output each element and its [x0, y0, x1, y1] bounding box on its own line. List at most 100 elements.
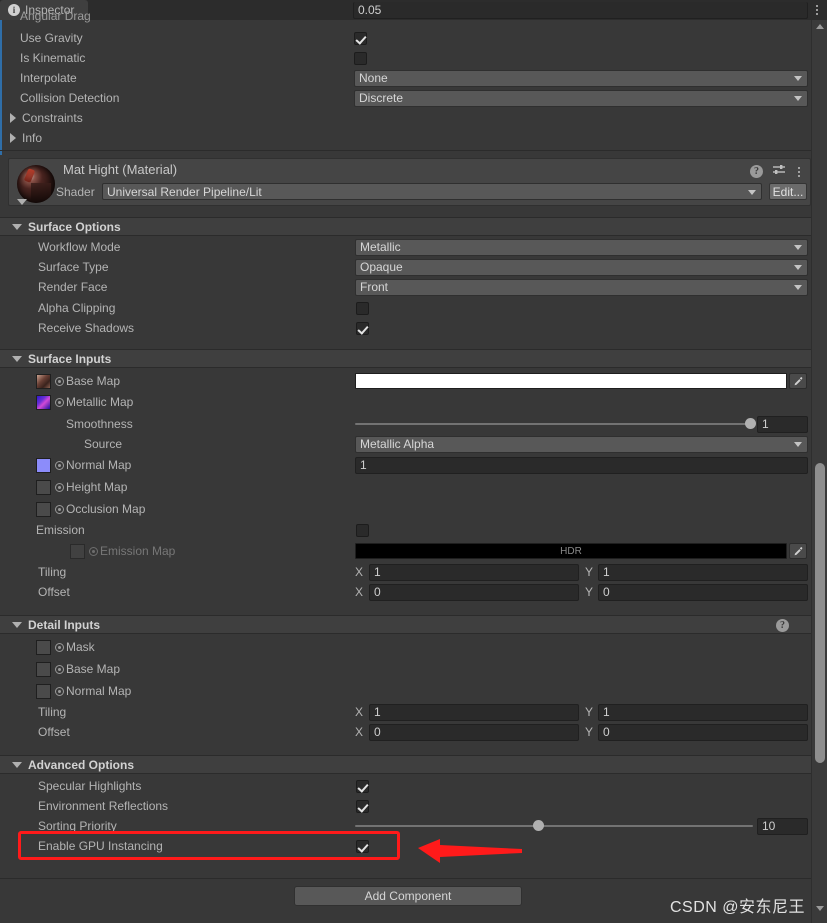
normal-map-strength-field[interactable]: 1 [355, 456, 808, 474]
advanced-options-header: Advanced Options [28, 757, 135, 772]
chevron-right-icon[interactable] [10, 113, 16, 123]
material-foldout-icon[interactable] [17, 199, 27, 205]
emission-map-color-field[interactable]: HDR [355, 543, 787, 559]
chevron-down-icon[interactable] [12, 621, 22, 628]
smoothness-source-dropdown[interactable]: Metallic Alpha [355, 435, 808, 453]
normal-map-thumbnail[interactable] [36, 457, 51, 473]
detail-normal-map-picker-icon[interactable] [55, 686, 64, 696]
row-specular-highlights: Specular Highlights [0, 776, 811, 796]
detail-base-map-thumbnail[interactable] [36, 661, 51, 677]
add-component-button[interactable]: Add Component [294, 886, 522, 906]
preset-sliders-icon[interactable] [772, 164, 786, 179]
foldout-info[interactable]: Info [0, 128, 811, 148]
tiling-x-field[interactable]: 1 [369, 563, 579, 581]
surface-type-dropdown[interactable]: Opaque [355, 258, 808, 276]
specular-highlights-checkbox[interactable] [356, 779, 369, 793]
emission-checkbox[interactable] [356, 523, 369, 537]
watermark-text: CSDN @安东尼王 [669, 899, 805, 916]
sorting-priority-slider-knob[interactable] [533, 820, 545, 831]
workflow-mode-dropdown[interactable]: Metallic [355, 238, 808, 256]
chevron-down-icon[interactable] [12, 761, 22, 768]
chevron-down-icon [794, 76, 802, 81]
help-icon[interactable]: ? [750, 165, 763, 178]
occlusion-map-thumbnail[interactable] [36, 501, 51, 517]
detail-mask-picker-icon[interactable] [55, 642, 64, 652]
kebab-menu-icon[interactable] [795, 165, 803, 179]
row-normal-map: Normal Map 1 [0, 455, 811, 475]
angular-drag-field[interactable]: 0.05 [353, 2, 808, 19]
shader-dropdown[interactable]: Universal Render Pipeline/Lit [102, 183, 762, 200]
environment-reflections-checkbox[interactable] [356, 799, 369, 813]
row-is-kinematic: Is Kinematic [0, 48, 811, 68]
material-header: Mat Hight (Material) Shader Universal Re… [8, 158, 811, 206]
base-map-picker-icon[interactable] [55, 376, 64, 386]
is-kinematic-checkbox[interactable] [354, 51, 367, 65]
height-map-thumbnail[interactable] [36, 479, 51, 495]
section-surface-inputs[interactable]: Surface Inputs [0, 349, 811, 368]
base-map-label: Base Map [66, 374, 121, 388]
base-map-color-field[interactable] [355, 373, 787, 389]
row-base-map: Base Map [0, 371, 811, 391]
section-surface-options[interactable]: Surface Options [0, 217, 811, 236]
sorting-priority-slider[interactable] [355, 819, 753, 833]
chevron-right-icon[interactable] [10, 133, 16, 143]
eyedropper-icon[interactable] [789, 373, 807, 389]
collision-detection-dropdown[interactable]: Discrete [354, 89, 808, 107]
vertical-scrollbar[interactable] [811, 20, 827, 923]
use-gravity-checkbox[interactable] [354, 31, 367, 45]
row-alpha-clipping: Alpha Clipping [0, 298, 811, 318]
smoothness-label: Smoothness [66, 417, 133, 431]
normal-map-picker-icon[interactable] [55, 460, 64, 470]
metallic-map-picker-icon[interactable] [55, 397, 64, 407]
occlusion-map-picker-icon[interactable] [55, 504, 64, 514]
section-detail-inputs[interactable]: Detail Inputs ? [0, 615, 811, 634]
detail-normal-map-label: Normal Map [66, 684, 132, 698]
scrollbar-thumb[interactable] [815, 463, 825, 763]
detail-normal-map-thumbnail[interactable] [36, 683, 51, 699]
detail-base-map-picker-icon[interactable] [55, 664, 64, 674]
surface-options-header: Surface Options [28, 219, 121, 234]
detail-tiling-x-field[interactable]: 1 [369, 703, 579, 721]
smoothness-value-field[interactable]: 1 [757, 415, 808, 433]
emission-map-label: Emission Map [100, 544, 176, 558]
interpolate-dropdown[interactable]: None [354, 69, 808, 87]
enable-gpu-instancing-checkbox[interactable] [356, 839, 369, 853]
offset-x-field[interactable]: 0 [369, 583, 579, 601]
detail-mask-thumbnail[interactable] [36, 639, 51, 655]
shader-label: Shader [56, 185, 95, 199]
emission-map-thumbnail[interactable] [70, 543, 85, 559]
sorting-priority-value-field[interactable]: 10 [757, 817, 808, 835]
chevron-down-icon [794, 285, 802, 290]
scroll-down-arrow-icon[interactable] [816, 906, 824, 911]
smoothness-slider-knob[interactable] [745, 418, 756, 429]
base-map-thumbnail[interactable] [36, 373, 51, 389]
height-map-picker-icon[interactable] [55, 482, 64, 492]
eyedropper-icon[interactable] [789, 543, 807, 559]
row-height-map: Height Map [0, 477, 811, 497]
detail-tiling-y-field[interactable]: 1 [598, 703, 808, 721]
row-offset-detail: Offset X 0 Y 0 [0, 722, 811, 742]
metallic-map-thumbnail[interactable] [36, 394, 51, 410]
smoothness-slider[interactable] [355, 417, 756, 431]
scroll-up-arrow-icon[interactable] [816, 24, 824, 29]
detail-tiling-label: Tiling [38, 705, 67, 719]
tiling-x-label: X [355, 565, 364, 579]
section-advanced-options[interactable]: Advanced Options [0, 755, 811, 774]
kebab-menu-icon[interactable] [813, 3, 821, 17]
chevron-down-icon[interactable] [12, 355, 22, 362]
shader-edit-button[interactable]: Edit... [769, 183, 807, 200]
tiling-y-field[interactable]: 1 [598, 563, 808, 581]
detail-offset-y-field[interactable]: 0 [598, 723, 808, 741]
render-face-dropdown[interactable]: Front [355, 278, 808, 296]
receive-shadows-checkbox[interactable] [356, 321, 369, 335]
interpolate-label: Interpolate [20, 71, 77, 85]
info-label: Info [22, 131, 43, 145]
alpha-clipping-checkbox[interactable] [356, 301, 369, 315]
emission-map-picker-icon[interactable] [89, 546, 98, 556]
material-sphere-preview [17, 165, 55, 203]
detail-offset-x-field[interactable]: 0 [369, 723, 579, 741]
foldout-constraints[interactable]: Constraints [0, 108, 811, 128]
chevron-down-icon[interactable] [12, 223, 22, 230]
help-icon[interactable]: ? [776, 619, 789, 632]
offset-y-field[interactable]: 0 [598, 583, 808, 601]
